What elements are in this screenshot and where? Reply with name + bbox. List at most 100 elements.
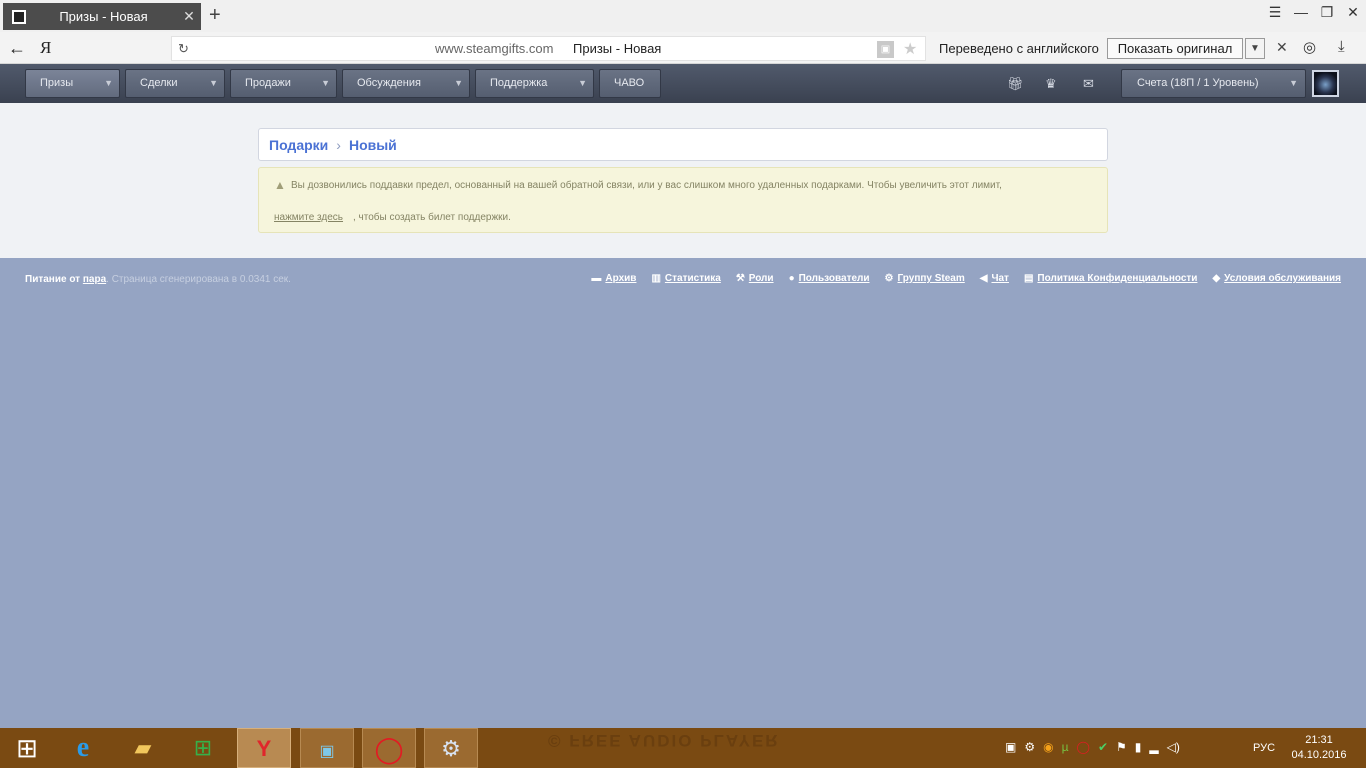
yandex-logo[interactable]: Я xyxy=(40,38,51,58)
nav-deals[interactable]: Сделки ▼ xyxy=(125,69,225,98)
taskbar-gs[interactable]: ▣ xyxy=(300,728,354,768)
system-tray: ▣ ⚙ ◉ µ ◯ ✔ ⚑ ▮ ▂ ◁) xyxy=(1005,740,1180,754)
footer-link-label: Политика Конфиденциальности xyxy=(1037,273,1198,284)
tray-steam-icon[interactable]: ⚙ xyxy=(1024,740,1035,754)
address-bar: ← Я ↻ www.steamgifts.com Призы - Новая ▣… xyxy=(0,32,1366,64)
breadcrumb: Подарки › Новый xyxy=(258,128,1108,161)
window-controls: ☰ — ❐ ✕ xyxy=(1262,4,1366,21)
taskbar-steam[interactable]: ⚙ xyxy=(424,728,478,768)
footer-link-chat[interactable]: ◀ Чат xyxy=(980,273,1009,284)
powered-link[interactable]: пара xyxy=(83,274,106,285)
nav-support[interactable]: Поддержка ▼ xyxy=(475,69,594,98)
footer-link-archive[interactable]: ▬ Архив xyxy=(591,273,636,284)
lock-icon[interactable]: ▣ xyxy=(877,41,894,58)
extension-icon[interactable]: ◎ xyxy=(1303,38,1316,56)
bookmark-star-icon[interactable]: ★ xyxy=(903,39,917,59)
chevron-down-icon: ▼ xyxy=(104,78,113,88)
tray-battery-icon[interactable]: ▮ xyxy=(1135,740,1142,754)
translate-dropdown-icon[interactable]: ▼ xyxy=(1245,38,1265,59)
windows-taskbar: © FREE AUDIO PLAYER ⊞ e ▰ ⊞ Y ▣ ◯ ⚙ ▣ ⚙ … xyxy=(0,728,1366,768)
folder-icon: ▬ xyxy=(591,273,602,284)
url-page-title: Призы - Новая xyxy=(573,41,662,56)
taskbar-ie[interactable]: e xyxy=(56,728,110,768)
tab-title: Призы - Новая xyxy=(59,9,148,24)
url-field[interactable]: ↻ www.steamgifts.com Призы - Новая ▣ ★ xyxy=(171,36,926,61)
browser-tab[interactable]: Призы - Новая ✕ xyxy=(3,3,201,30)
nav-label: ЧАВО xyxy=(614,77,645,89)
reload-icon[interactable]: ↻ xyxy=(178,41,189,57)
tray-shield-icon[interactable]: ✔ xyxy=(1098,740,1108,754)
notice-message: Вы дозвонились поддавки предел, основанн… xyxy=(291,180,1002,191)
footer-link-label: Группу Steam xyxy=(897,273,965,284)
chevron-down-icon: ▼ xyxy=(578,78,587,88)
translate-close-icon[interactable]: ✕ xyxy=(1276,39,1288,56)
nav-label: Призы xyxy=(40,77,74,89)
tab-close-icon[interactable]: ✕ xyxy=(177,8,201,25)
footer-link-stats[interactable]: ▥ Статистика xyxy=(651,273,720,284)
restore-icon[interactable]: ❐ xyxy=(1314,4,1340,21)
chevron-down-icon: ▼ xyxy=(209,78,218,88)
mail-icon[interactable]: ✉ xyxy=(1083,76,1094,92)
opera-icon: ◯ xyxy=(374,734,404,764)
page-body: Подарки › Новый ▲ Вы дозвонились поддавки … xyxy=(0,103,1366,258)
tray-utorrent-icon[interactable]: µ xyxy=(1062,740,1069,754)
yandex-browser-icon: Y xyxy=(256,736,272,761)
footer-link-label: Статистика xyxy=(664,273,721,284)
taskbar-opera[interactable]: ◯ xyxy=(362,728,416,768)
nav-label: Поддержка xyxy=(490,77,548,89)
url-host: www.steamgifts.com xyxy=(435,41,554,56)
tray-gs-icon[interactable]: ▣ xyxy=(1005,740,1016,754)
footer-link-label: Роли xyxy=(748,273,774,284)
footer-link-privacy[interactable]: ▤ Политика Конфиденциальности xyxy=(1024,273,1197,284)
footer-links: ▬ Архив ▥ Статистика ⚒ Роли ● Пользователи ⚙… xyxy=(591,273,1341,284)
chevron-down-icon: ▼ xyxy=(1289,78,1298,88)
new-tab-button[interactable]: + xyxy=(209,5,221,25)
footer-link-users[interactable]: ● Пользователи xyxy=(789,273,870,284)
tray-network-icon[interactable]: ▂ xyxy=(1149,740,1158,754)
download-icon[interactable]: ⤓ xyxy=(1338,38,1345,55)
tray-volume-icon[interactable]: ◁) xyxy=(1167,740,1180,754)
trophy-icon[interactable]: ♛ xyxy=(1045,76,1057,92)
footer-link-roles[interactable]: ⚒ Роли xyxy=(736,273,774,284)
nav-faq[interactable]: ЧАВО xyxy=(599,69,661,98)
minimize-icon[interactable]: — xyxy=(1288,4,1314,21)
powered-by: Питание от пара. Страница сгенерирована … xyxy=(25,274,291,285)
tab-favicon-icon xyxy=(12,9,26,24)
translated-label: Переведено с английского xyxy=(939,41,1099,56)
taskbar-explorer[interactable]: ▰ xyxy=(116,728,170,768)
footer-link-label: Пользователи xyxy=(798,273,870,284)
taskbar-store[interactable]: ⊞ xyxy=(176,728,230,768)
avatar[interactable] xyxy=(1312,70,1339,97)
tray-opera-icon[interactable]: ◯ xyxy=(1077,740,1090,754)
back-icon[interactable]: ← xyxy=(8,38,26,59)
bar-chart-icon: ▥ xyxy=(651,273,661,284)
site-navbar: Призы ▼ Сделки ▼ Продажи ▼ Обсуждения ▼ Подд… xyxy=(0,64,1366,103)
nav-discussions[interactable]: Обсуждения ▼ xyxy=(342,69,470,98)
gift-icon[interactable]: 🎁︎ xyxy=(1007,76,1024,92)
nav-sales[interactable]: Продажи ▼ xyxy=(230,69,337,98)
breadcrumb-current[interactable]: Новый xyxy=(349,137,397,153)
store-icon: ⊞ xyxy=(193,735,213,760)
taskbar-yandex[interactable]: Y xyxy=(237,728,291,768)
footer-link-steam-group[interactable]: ⚙ Группу Steam xyxy=(885,273,965,284)
generated-time: . Страница сгенерирована в 0.0341 сек. xyxy=(106,274,291,285)
tray-flag-icon[interactable]: ⚑ xyxy=(1116,740,1127,754)
steam-icon: ⚙ xyxy=(441,736,461,761)
start-button[interactable]: ⊞ xyxy=(0,728,54,768)
footer: Питание от пара. Страница сгенерирована … xyxy=(0,258,1366,728)
gs-app-icon: ▣ xyxy=(319,743,335,760)
gavel-icon: ◆ xyxy=(1212,273,1221,284)
menu-icon[interactable]: ☰ xyxy=(1262,4,1288,21)
notice-rest: , чтобы создать билет поддержки. xyxy=(353,212,511,223)
breadcrumb-root[interactable]: Подарки xyxy=(269,137,328,153)
clock[interactable]: 21:31 04.10.2016 xyxy=(1290,733,1348,763)
account-dropdown[interactable]: Счета (18П / 1 Уровень) ▼ xyxy=(1121,69,1306,98)
language-indicator[interactable]: РУС xyxy=(1253,742,1275,754)
footer-link-terms[interactable]: ◆ Условия обслуживания xyxy=(1212,273,1341,284)
support-ticket-link[interactable]: нажмите здесь xyxy=(274,212,343,223)
nav-giveaways[interactable]: Призы ▼ xyxy=(25,69,120,98)
folder-icon: ▰ xyxy=(134,735,152,760)
show-original-button[interactable]: Показать оригинал xyxy=(1107,38,1243,59)
tray-audio-player-icon[interactable]: ◉ xyxy=(1043,740,1053,754)
close-window-icon[interactable]: ✕ xyxy=(1340,4,1366,21)
